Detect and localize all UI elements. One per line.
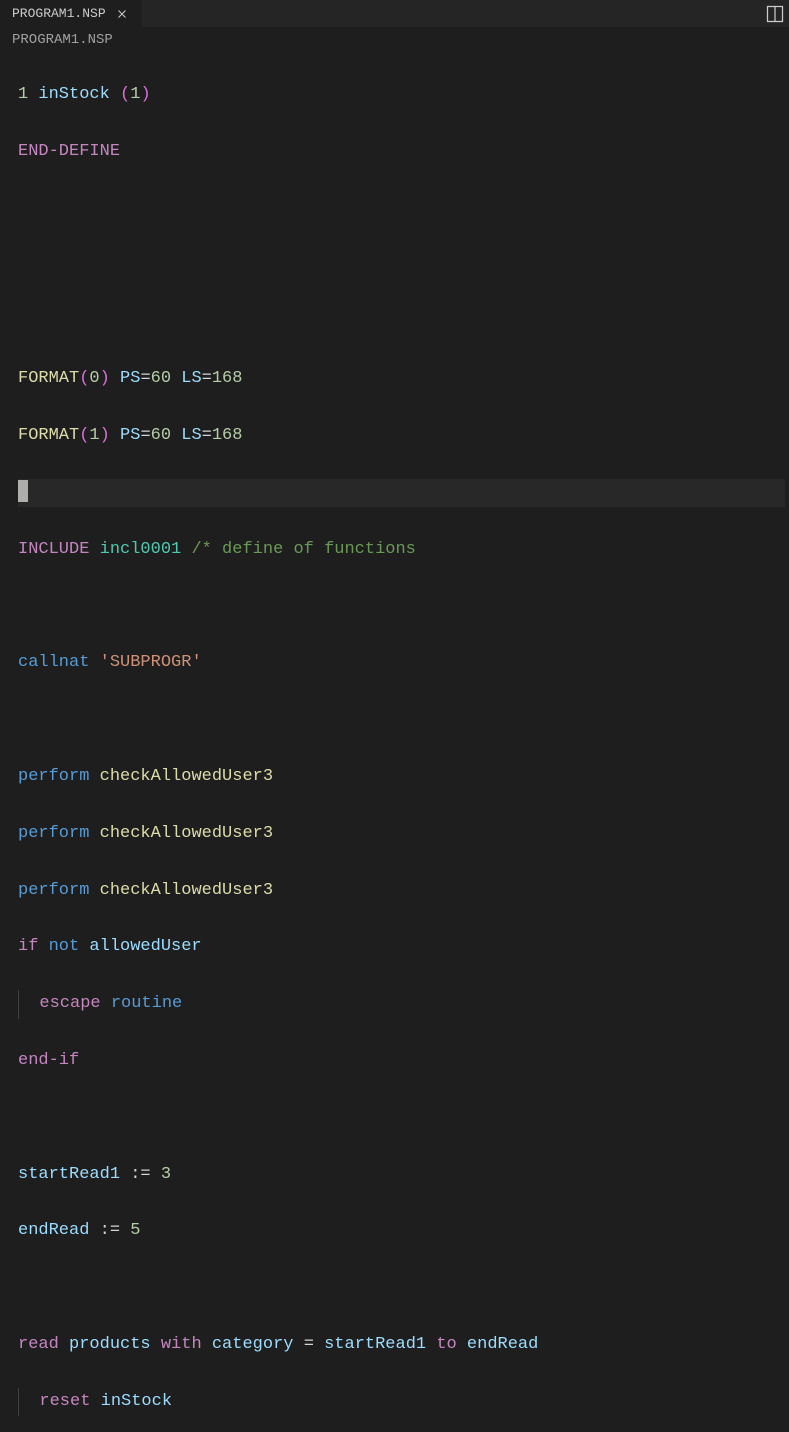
code-line: perform checkAllowedUser3: [18, 763, 785, 791]
code-line: [18, 706, 785, 734]
code-line: escape routine: [18, 990, 785, 1018]
code-line: end-if: [18, 1047, 785, 1075]
code-line: [18, 309, 785, 337]
text-cursor: [18, 480, 28, 502]
code-line: FORMAT(1) PS=60 LS=168: [18, 422, 785, 450]
close-icon[interactable]: [114, 6, 130, 22]
code-line: perform checkAllowedUser3: [18, 877, 785, 905]
code-line: [18, 195, 785, 223]
code-line: [18, 252, 785, 280]
breadcrumb-path: PROGRAM1.NSP: [12, 32, 113, 48]
code-line: if not allowedUser: [18, 933, 785, 961]
code-line: [18, 593, 785, 621]
tab-bar: PROGRAM1.NSP: [0, 0, 789, 28]
code-line: startRead1 := 3: [18, 1161, 785, 1189]
code-line: endRead := 5: [18, 1217, 785, 1245]
editor[interactable]: 1 inStock (1) END-DEFINE FORMAT(0) PS=60…: [0, 53, 789, 1432]
code-line: [18, 1104, 785, 1132]
tab-program1[interactable]: PROGRAM1.NSP: [0, 0, 142, 28]
breadcrumb[interactable]: PROGRAM1.NSP: [0, 28, 789, 53]
cursor-line: [18, 479, 785, 507]
code-line: perform checkAllowedUser3: [18, 820, 785, 848]
tab-title: PROGRAM1.NSP: [12, 6, 106, 21]
code-line: 1 inStock (1): [18, 81, 785, 109]
code-line: reset inStock: [18, 1388, 785, 1416]
code-line: INCLUDE incl0001 /* define of functions: [18, 536, 785, 564]
code-line: END-DEFINE: [18, 138, 785, 166]
tab-bar-actions: [765, 4, 789, 24]
code-line: [18, 1274, 785, 1302]
code-line: FORMAT(0) PS=60 LS=168: [18, 365, 785, 393]
code-line: callnat 'SUBPROGR': [18, 649, 785, 677]
split-editor-icon[interactable]: [765, 4, 785, 24]
code-line: read products with category = startRead1…: [18, 1331, 785, 1359]
